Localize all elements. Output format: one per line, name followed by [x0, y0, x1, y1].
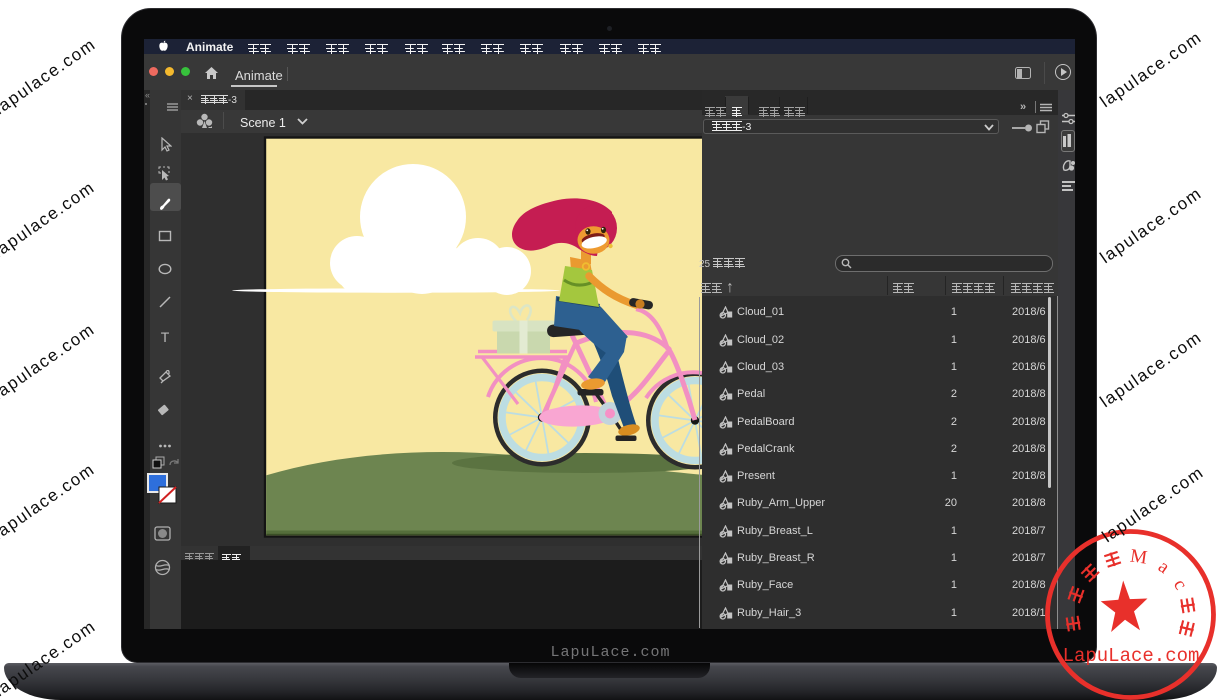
- svg-text:LapuLace.com: LapuLace.com: [1063, 645, 1200, 667]
- svg-text:c: c: [1169, 576, 1191, 594]
- svg-text:a: a: [1154, 556, 1173, 578]
- svg-text:T: T: [161, 330, 170, 345]
- svg-text:M: M: [1129, 546, 1149, 569]
